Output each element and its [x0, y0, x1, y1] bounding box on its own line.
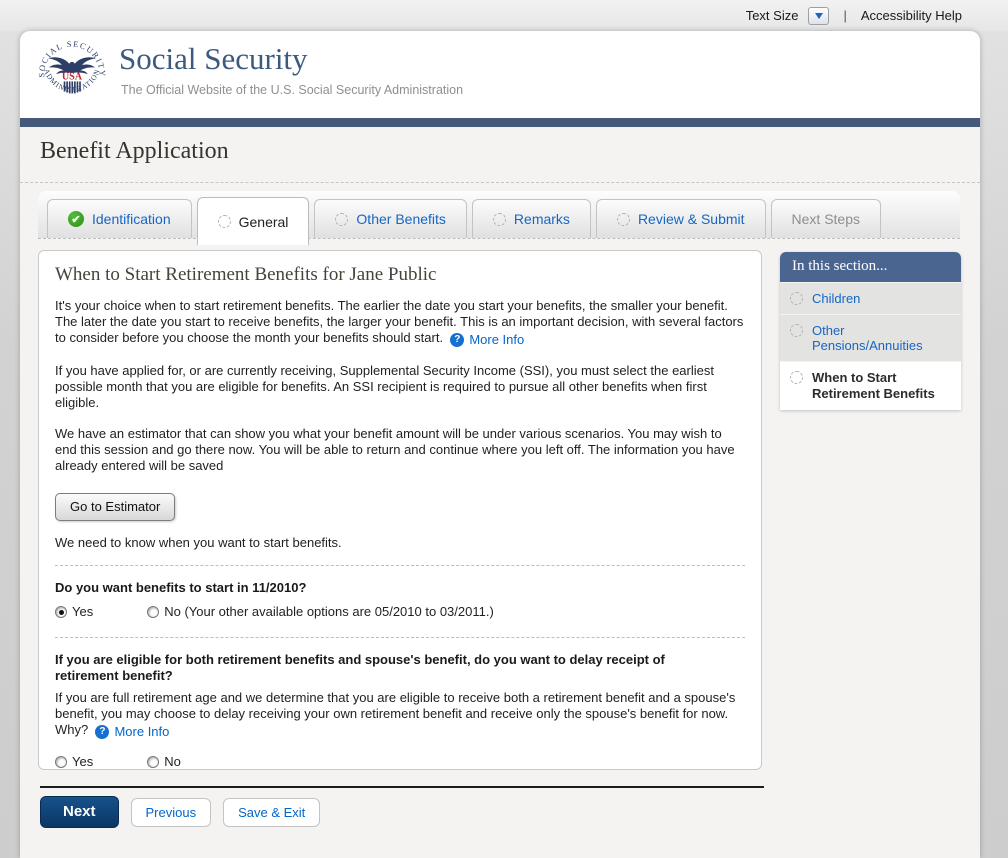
go-to-estimator-button[interactable]: Go to Estimator [55, 493, 175, 521]
tab-identification[interactable]: ✔ Identification [47, 199, 192, 238]
sidebar-item-label: Other Pensions/Annuities [812, 323, 953, 353]
question1-label: Do you want benefits to start in 11/2010… [55, 580, 745, 596]
sidebar-header: In this section... [780, 252, 961, 282]
start-prompt: We need to know when you want to start b… [55, 535, 745, 551]
page-card: SOCIAL SECURITY ADMINISTRATION USA Socia… [20, 31, 980, 858]
question2-option-yes[interactable]: Yes [55, 754, 93, 769]
chevron-down-icon [815, 13, 823, 19]
utility-bar: Text Size | Accessibility Help [0, 0, 1008, 31]
more-info-link-intro[interactable]: ? More Info [450, 332, 524, 348]
tab-label: Review & Submit [638, 211, 745, 227]
masthead: SOCIAL SECURITY ADMINISTRATION USA Socia… [20, 31, 980, 118]
radio-button-selected[interactable] [55, 606, 67, 618]
intro-text: It's your choice when to start retiremen… [55, 298, 743, 345]
section-heading: When to Start Retirement Benefits for Ja… [55, 264, 745, 286]
previous-button[interactable]: Previous [131, 798, 212, 827]
tab-label: Identification [92, 211, 171, 227]
tab-label: Other Benefits [356, 211, 446, 227]
seal-usa-text: USA [62, 72, 83, 83]
ssa-seal-logo: SOCIAL SECURITY ADMINISTRATION USA [37, 40, 107, 110]
sidebar-item-other-pensions[interactable]: Other Pensions/Annuities [780, 314, 961, 361]
tab-label: General [239, 214, 289, 230]
more-info-label: More Info [469, 332, 524, 348]
tab-remarks[interactable]: Remarks [472, 199, 591, 238]
dashed-circle-icon [790, 292, 803, 305]
sidebar-item-label: When to Start Retirement Benefits [812, 370, 936, 402]
next-button[interactable]: Next [40, 796, 119, 828]
tab-other-benefits[interactable]: Other Benefits [314, 199, 467, 238]
accessibility-help-link[interactable]: Accessibility Help [861, 8, 962, 23]
navy-divider-bar [20, 118, 980, 127]
question1-option-no[interactable]: No (Your other available options are 05/… [147, 604, 494, 619]
estimator-paragraph: We have an estimator that can show you w… [55, 426, 745, 474]
more-info-label: More Info [114, 724, 169, 740]
radio-label: No (Your other available options are 05/… [164, 604, 494, 619]
divider [55, 565, 745, 566]
divider [55, 637, 745, 638]
site-title: Social Security [119, 41, 308, 77]
sidebar-item-when-to-start: When to Start Retirement Benefits [780, 361, 961, 410]
tab-review-submit[interactable]: Review & Submit [596, 199, 766, 238]
save-exit-button[interactable]: Save & Exit [223, 798, 320, 827]
more-info-link-q2[interactable]: ? More Info [95, 724, 169, 740]
help-icon: ? [95, 725, 109, 739]
dashed-circle-icon [617, 213, 630, 226]
dashed-circle-icon [335, 213, 348, 226]
question2-option-no[interactable]: No [147, 754, 181, 769]
help-icon: ? [450, 333, 464, 347]
dashed-circle-icon [790, 324, 803, 337]
title-divider [20, 182, 980, 183]
radio-label: Yes [72, 754, 93, 769]
sidebar-item-label: Children [812, 291, 860, 306]
footer-divider [40, 786, 764, 788]
tab-label: Remarks [514, 211, 570, 227]
question2-label: If you are eligible for both retirement … [55, 652, 715, 684]
section-sidebar: In this section... Children Other Pensio… [780, 252, 961, 410]
check-complete-icon: ✔ [68, 211, 84, 227]
tab-label: Next Steps [792, 211, 860, 227]
dashed-circle-icon [218, 215, 231, 228]
utility-divider: | [839, 8, 850, 23]
text-size-dropdown-button[interactable] [808, 7, 829, 25]
radio-label: No [164, 754, 181, 769]
tab-general[interactable]: General [197, 197, 310, 245]
page-title: Benefit Application [40, 138, 229, 165]
ssi-paragraph: If you have applied for, or are currentl… [55, 363, 745, 411]
text-size-label: Text Size [746, 8, 799, 23]
question1-option-yes[interactable]: Yes [55, 604, 93, 619]
dashed-circle-icon [493, 213, 506, 226]
sidebar-item-children[interactable]: Children [780, 282, 961, 314]
question2-options: Yes No [55, 754, 745, 769]
radio-button[interactable] [147, 606, 159, 618]
intro-paragraph: It's your choice when to start retiremen… [55, 298, 745, 348]
content-panel: When to Start Retirement Benefits for Ja… [38, 250, 762, 770]
footer-buttons: Next Previous Save & Exit [40, 796, 320, 828]
question1-options: Yes No (Your other available options are… [55, 604, 745, 619]
tab-strip: ✔ Identification General Other Benefits … [38, 191, 960, 239]
site-subtitle: The Official Website of the U.S. Social … [121, 83, 463, 97]
question2-help: If you are full retirement age and we de… [55, 690, 745, 740]
radio-button[interactable] [55, 756, 67, 768]
radio-button[interactable] [147, 756, 159, 768]
tab-next-steps: Next Steps [771, 199, 881, 238]
radio-label: Yes [72, 604, 93, 619]
dashed-circle-icon [790, 371, 803, 384]
